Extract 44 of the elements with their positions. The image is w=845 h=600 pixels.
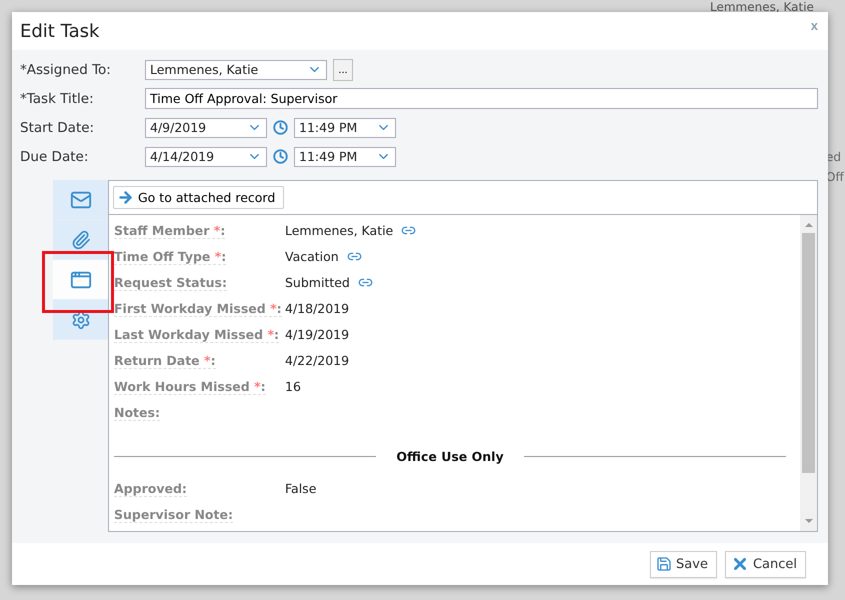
- clock-icon: [273, 149, 288, 164]
- field-label: Request Status:: [114, 274, 228, 290]
- field-label: Return Date *:: [114, 352, 217, 368]
- time-dropdown[interactable]: 11:49 PM: [294, 146, 396, 166]
- field-label: Approved:: [114, 480, 188, 496]
- field-label: *Task Title:: [20, 90, 95, 106]
- user-name[interactable]: Lemmenes, Katie: [710, 0, 814, 14]
- task-title-field[interactable]: Time Off Approval: Supervisor: [145, 88, 818, 109]
- field-label: Notes:: [114, 404, 161, 420]
- browse-button[interactable]: ...: [333, 58, 353, 80]
- time-dropdown[interactable]: 11:49 PM: [294, 118, 396, 138]
- cancel-button[interactable]: Cancel: [724, 550, 806, 578]
- window-title: Edit Task: [20, 20, 100, 42]
- field-value: 4/18/2019: [285, 300, 350, 316]
- field-label: Time Off Type *:: [114, 248, 228, 264]
- save-button[interactable]: Save: [650, 550, 717, 578]
- clock-icon: [273, 120, 288, 135]
- field-label: Last Workday Missed *:: [114, 326, 280, 342]
- side-tab[interactable]: [53, 180, 108, 220]
- date-dropdown[interactable]: 4/14/2019: [145, 146, 267, 166]
- field-value: False: [285, 480, 316, 496]
- field-value: 16: [285, 378, 301, 394]
- field-label: Start Date:: [20, 120, 96, 136]
- section-title: Office Use Only: [396, 448, 504, 464]
- field-label: Work Hours Missed *:: [114, 378, 267, 394]
- field-value: Vacation: [285, 248, 339, 264]
- side-tab[interactable]: [53, 220, 108, 260]
- field-label: *Assigned To:: [20, 62, 112, 78]
- field-label: Due Date:: [20, 148, 90, 164]
- side-tab[interactable]: [53, 300, 108, 340]
- field-value: 4/19/2019: [285, 326, 350, 342]
- field-label: Supervisor Note:: [114, 506, 234, 522]
- highlight-frame: [42, 251, 114, 313]
- paperclip-icon: [70, 230, 90, 250]
- field-label: Staff Member *:: [114, 222, 226, 238]
- date-dropdown[interactable]: 4/9/2019: [145, 118, 267, 138]
- field-value: 4/22/2019: [285, 352, 350, 368]
- go-to-record-button[interactable]: Go to attached record: [113, 186, 284, 209]
- field-value: Lemmenes, Katie: [285, 222, 394, 238]
- scrollbar[interactable]: [800, 215, 817, 531]
- field-label: First Workday Missed *:: [114, 300, 283, 316]
- assignee-dropdown[interactable]: Lemmenes, Katie: [145, 60, 327, 80]
- field-value: Submitted: [285, 274, 350, 290]
- side-tab[interactable]: [53, 260, 108, 300]
